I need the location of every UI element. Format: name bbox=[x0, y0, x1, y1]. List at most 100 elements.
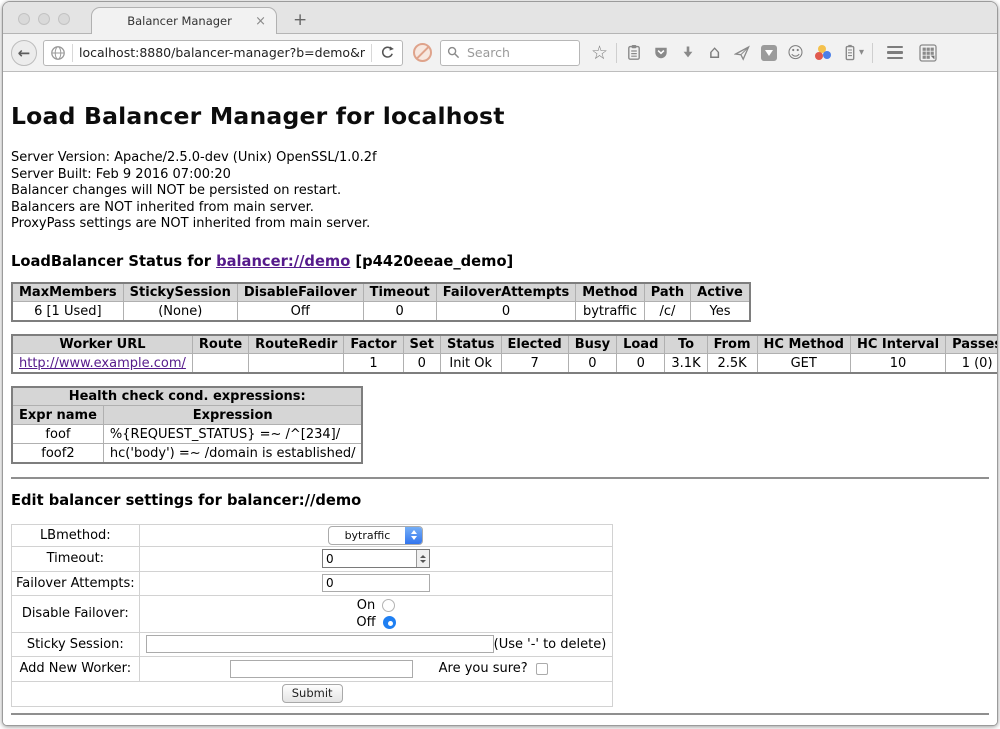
submit-button[interactable]: Submit bbox=[282, 684, 343, 703]
timeout-input[interactable] bbox=[323, 550, 416, 567]
table-header-row: MaxMembers StickySession DisableFailover… bbox=[12, 283, 750, 302]
table-cell: 0 bbox=[436, 302, 576, 321]
section-divider bbox=[11, 477, 989, 479]
footer-divider bbox=[11, 713, 989, 715]
color-dots-extension-icon[interactable] bbox=[809, 39, 836, 66]
window-close-button[interactable] bbox=[18, 13, 30, 25]
table-cell bbox=[249, 354, 344, 373]
send-tab-icon[interactable] bbox=[728, 39, 755, 66]
worker-status-table: Worker URL Route RouteRedir Factor Set S… bbox=[11, 334, 998, 374]
chevron-down-icon[interactable]: ▾ bbox=[859, 47, 864, 58]
tab-close-icon[interactable]: × bbox=[253, 15, 268, 28]
column-header: RouteRedir bbox=[249, 335, 344, 354]
on-label: On bbox=[357, 598, 375, 613]
reload-icon[interactable] bbox=[376, 40, 398, 66]
table-cell: Yes bbox=[691, 302, 750, 321]
table-row: http://www.example.com/ 1 0 Init Ok 7 0 … bbox=[12, 354, 998, 373]
tab-balancer-manager[interactable]: Balancer Manager × bbox=[91, 7, 277, 34]
table-header-row: Worker URL Route RouteRedir Factor Set S… bbox=[12, 335, 998, 354]
sticky-session-input[interactable] bbox=[146, 635, 494, 653]
back-icon: ← bbox=[18, 44, 31, 62]
menu-hamburger-icon[interactable] bbox=[881, 39, 908, 66]
failover-attempts-input[interactable] bbox=[322, 574, 430, 592]
server-version-line: Server Version: Apache/2.5.0-dev (Unix) … bbox=[11, 150, 989, 167]
addon-download-icon[interactable] bbox=[755, 39, 782, 66]
window-zoom-button[interactable] bbox=[58, 13, 70, 25]
window-minimize-button[interactable] bbox=[38, 13, 50, 25]
browser-window: Balancer Manager × + ← bbox=[2, 1, 998, 726]
timeout-label: Timeout: bbox=[12, 546, 140, 571]
new-tab-button[interactable]: + bbox=[293, 12, 307, 29]
sticky-session-label: Sticky Session: bbox=[12, 632, 140, 656]
table-cell: 7 bbox=[501, 354, 568, 373]
table-cell: bytraffic bbox=[576, 302, 644, 321]
screenshot-grid-icon[interactable] bbox=[914, 39, 941, 66]
page-content: Load Balancer Manager for localhost Serv… bbox=[3, 102, 997, 726]
column-header: To bbox=[665, 335, 707, 354]
table-row: foof2 hc('body') =~ /domain is establish… bbox=[12, 444, 362, 463]
off-radio[interactable] bbox=[383, 616, 396, 629]
balancer-demo-link[interactable]: balancer://demo bbox=[216, 253, 350, 270]
table-row: 6 [1 Used] (None) Off 0 0 bytraffic /c/ … bbox=[12, 302, 750, 321]
reading-list-icon[interactable] bbox=[620, 39, 647, 66]
are-you-sure-checkbox[interactable] bbox=[536, 663, 548, 675]
on-radio[interactable] bbox=[382, 599, 395, 612]
downloads-icon[interactable] bbox=[674, 39, 701, 66]
column-header: Route bbox=[192, 335, 248, 354]
column-header: Load bbox=[617, 335, 665, 354]
are-you-sure-label: Are you sure? bbox=[439, 661, 528, 676]
table-cell: 1 (0) bbox=[946, 354, 998, 373]
table-cell: 0 bbox=[568, 354, 616, 373]
expression-cell: hc('body') =~ /domain is established/ bbox=[103, 444, 362, 463]
column-header: Path bbox=[644, 283, 690, 302]
search-field[interactable] bbox=[440, 40, 580, 66]
tab-title: Balancer Manager bbox=[106, 14, 253, 28]
timeout-field[interactable] bbox=[322, 549, 430, 568]
disable-failover-cell: On Off bbox=[139, 595, 613, 632]
timeout-cell bbox=[139, 546, 613, 571]
loadbalancer-status-heading: LoadBalancer Status for balancer://demo … bbox=[11, 253, 989, 270]
tab-bar: Balancer Manager × + bbox=[3, 2, 997, 34]
number-spinner-icon[interactable] bbox=[416, 550, 429, 567]
column-header: Timeout bbox=[363, 283, 436, 302]
submit-cell: Submit bbox=[12, 681, 613, 706]
inherit-note-line: Balancers are NOT inherited from main se… bbox=[11, 200, 989, 217]
column-header: Expression bbox=[103, 406, 362, 425]
table-row: foof %{REQUEST_STATUS} =~ /^[234]/ bbox=[12, 425, 362, 444]
toolbar-divider bbox=[616, 43, 617, 63]
disable-failover-label: Disable Failover: bbox=[12, 595, 140, 632]
table-cell: 1 bbox=[344, 354, 403, 373]
column-header: HC Method bbox=[757, 335, 850, 354]
search-input[interactable] bbox=[465, 44, 565, 61]
urlbar-divider bbox=[72, 44, 73, 62]
form-row-sticky-session: Sticky Session: (Use '-' to delete) bbox=[12, 632, 613, 656]
column-header: Passes bbox=[946, 335, 998, 354]
bookmark-star-icon[interactable]: ☆ bbox=[586, 39, 613, 66]
table-cell: 3.1K bbox=[665, 354, 707, 373]
back-button[interactable]: ← bbox=[11, 40, 37, 66]
persist-note-line: Balancer changes will NOT be persisted o… bbox=[11, 183, 989, 200]
pocket-icon[interactable] bbox=[647, 39, 674, 66]
column-header: Status bbox=[440, 335, 501, 354]
table-cell: 0 bbox=[363, 302, 436, 321]
server-built-line: Server Built: Feb 9 2016 07:00:20 bbox=[11, 167, 989, 184]
worker-url-cell: http://www.example.com/ bbox=[12, 354, 192, 373]
lbmethod-select[interactable]: bytraffic bbox=[328, 526, 423, 545]
lbmethod-label: LBmethod: bbox=[12, 524, 140, 546]
lbmethod-selected-value: bytraffic bbox=[329, 529, 405, 542]
status-heading-suffix: [p4420eeae_demo] bbox=[350, 253, 513, 270]
address-input[interactable] bbox=[77, 44, 367, 61]
add-worker-input[interactable] bbox=[230, 660, 413, 678]
url-bar[interactable] bbox=[43, 40, 403, 66]
traffic-lights bbox=[18, 13, 70, 25]
feedback-smiley-icon[interactable]: ☺ bbox=[782, 39, 809, 66]
home-icon[interactable]: ⌂ bbox=[701, 39, 728, 66]
column-header: Method bbox=[576, 283, 644, 302]
health-check-table: Health check cond. expressions: Expr nam… bbox=[11, 386, 363, 464]
urlbar-divider bbox=[371, 44, 372, 62]
column-header: Elected bbox=[501, 335, 568, 354]
worker-url-link[interactable]: http://www.example.com/ bbox=[19, 356, 186, 371]
table-cell: 6 [1 Used] bbox=[12, 302, 123, 321]
radio-option-off: Off bbox=[144, 614, 609, 631]
content-blocked-icon[interactable] bbox=[413, 43, 432, 62]
